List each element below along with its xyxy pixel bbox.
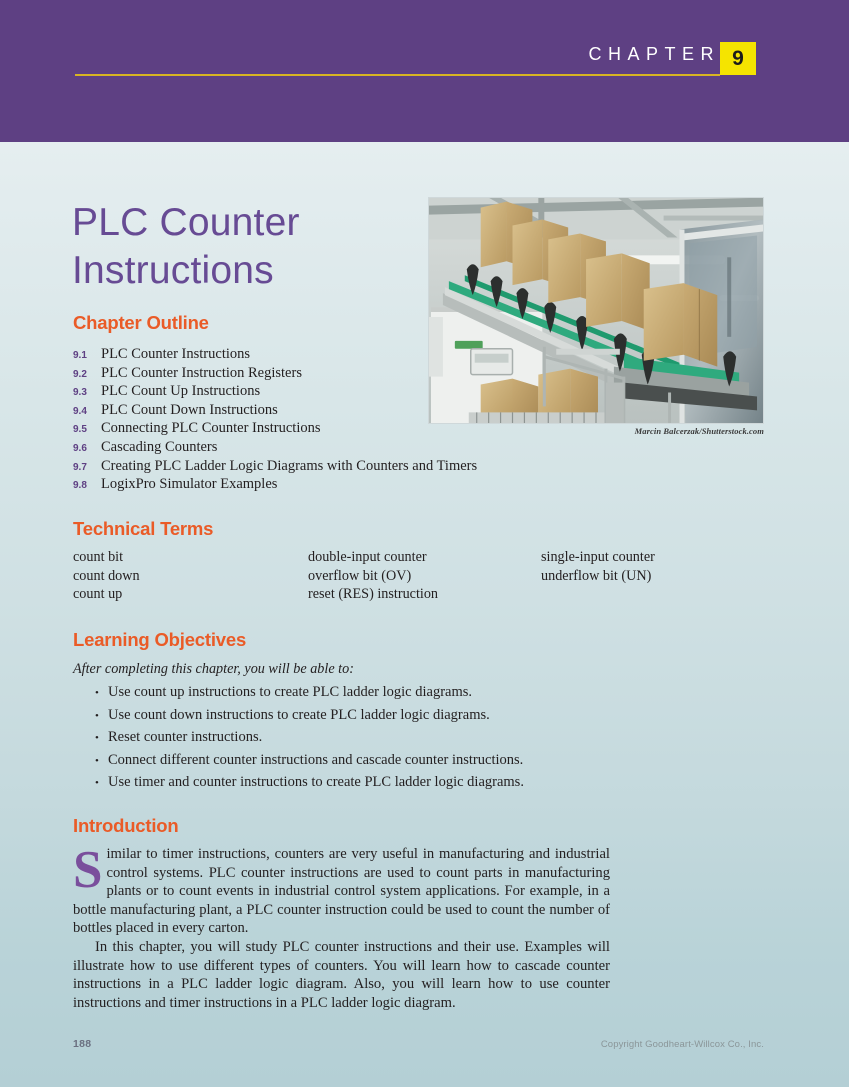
outline-item[interactable]: 9.6 Cascading Counters xyxy=(73,438,773,457)
bullet-icon: • xyxy=(95,754,99,767)
outline-item[interactable]: 9.2 PLC Counter Instruction Registers xyxy=(73,364,773,383)
technical-term: overflow bit (OV) xyxy=(308,567,412,584)
technical-terms-grid: count bit double-input counter single-in… xyxy=(73,548,773,604)
section-heading-technical-terms: Technical Terms xyxy=(73,518,214,539)
technical-term: underflow bit (UN) xyxy=(541,567,652,584)
learning-objectives-list: • Use count up instructions to create PL… xyxy=(95,681,735,794)
list-item: • Reset counter instructions. xyxy=(95,726,735,749)
outline-item[interactable]: 9.4 PLC Count Down Instructions xyxy=(73,401,773,420)
learning-objective-text: Use timer and counter instructions to cr… xyxy=(108,774,524,790)
chapter-outline-list: 9.1 PLC Counter Instructions 9.2 PLC Cou… xyxy=(73,345,773,494)
page-title-line-2: Instructions xyxy=(72,249,274,293)
outline-item-number: 9.1 xyxy=(73,350,87,361)
learning-objectives-lead-in: After completing this chapter, you will … xyxy=(73,661,354,677)
copyright-notice: Copyright Goodheart-Willcox Co., Inc. xyxy=(600,1039,764,1050)
outline-item[interactable]: 9.7 Creating PLC Ladder Logic Diagrams w… xyxy=(73,457,773,476)
section-heading-chapter-outline: Chapter Outline xyxy=(73,312,209,333)
outline-item-label: PLC Counter Instructions xyxy=(101,346,251,362)
outline-item-label: PLC Count Up Instructions xyxy=(101,383,261,400)
textbook-page: CHAPTER 9 PLC Counter Instructions Marci… xyxy=(0,0,849,1087)
page-title-line-1: PLC Counter xyxy=(72,201,300,245)
technical-term: count down xyxy=(73,567,140,584)
outline-item[interactable]: 9.1 PLC Counter Instructions xyxy=(73,345,773,364)
outline-item-number: 9.3 xyxy=(73,387,87,399)
outline-item-label: LogixPro Simulator Examples xyxy=(101,476,278,493)
list-item: • Use timer and counter instructions to … xyxy=(95,771,735,794)
section-heading-introduction: Introduction xyxy=(73,815,179,836)
outline-item-number: 9.5 xyxy=(73,424,87,436)
technical-term xyxy=(541,585,773,604)
introduction-body: Similar to timer instructions, counters … xyxy=(73,841,610,1012)
technical-term: double-input counter xyxy=(308,549,427,565)
introduction-paragraph-1: Similar to timer instructions, counters … xyxy=(73,841,610,937)
technical-term: count bit xyxy=(73,549,124,565)
technical-term: reset (RES) instruction xyxy=(308,586,439,602)
outline-item-number: 9.6 xyxy=(73,442,87,454)
outline-item-label: PLC Count Down Instructions xyxy=(101,401,278,418)
outline-item-label: Connecting PLC Counter Instructions xyxy=(101,420,321,437)
bullet-icon: • xyxy=(95,732,99,744)
outline-item-number: 9.4 xyxy=(73,405,87,417)
list-item: • Connect different counter instructions… xyxy=(95,749,735,772)
outline-item-label: Creating PLC Ladder Logic Diagrams with … xyxy=(101,457,478,474)
outline-item-label: Cascading Counters xyxy=(101,438,218,455)
learning-objective-text: Use count down instructions to create PL… xyxy=(108,706,490,723)
learning-objective-text: Connect different counter instructions a… xyxy=(108,751,524,768)
technical-terms-row: count up reset (RES) instruction xyxy=(73,585,773,604)
page-title: PLC Counter Instructions xyxy=(72,199,422,295)
outline-item-label: PLC Counter Instruction Registers xyxy=(101,364,302,381)
section-heading-learning-objectives: Learning Objectives xyxy=(73,629,247,650)
page-number: 188 xyxy=(73,1038,92,1050)
outline-item-number: 9.8 xyxy=(73,480,87,492)
learning-objective-text: Reset counter instructions. xyxy=(108,729,263,745)
bullet-icon: • xyxy=(95,777,99,789)
technical-terms-row: count down overflow bit (OV) underflow b… xyxy=(73,567,773,586)
learning-objective-text: Use count up instructions to create PLC … xyxy=(108,684,473,700)
outline-item[interactable]: 9.8 LogixPro Simulator Examples xyxy=(73,475,773,494)
technical-term: single-input counter xyxy=(541,549,655,565)
chapter-header-band: CHAPTER 9 xyxy=(0,0,849,142)
technical-term: count up xyxy=(73,586,123,602)
outline-item[interactable]: 9.5 Connecting PLC Counter Instructions xyxy=(73,419,773,438)
outline-item-number: 9.7 xyxy=(73,461,87,473)
technical-terms-row: count bit double-input counter single-in… xyxy=(73,548,773,567)
list-item: • Use count down instructions to create … xyxy=(95,704,735,727)
bullet-icon: • xyxy=(95,687,99,699)
introduction-paragraph-2: In this chapter, you will study PLC coun… xyxy=(73,938,610,1011)
outline-item-number: 9.2 xyxy=(73,368,87,380)
chapter-label: CHAPTER xyxy=(588,44,720,64)
chapter-number-badge: 9 xyxy=(720,42,756,75)
bullet-icon: • xyxy=(95,709,99,722)
list-item: • Use count up instructions to create PL… xyxy=(95,681,735,704)
outline-item[interactable]: 9.3 PLC Count Up Instructions xyxy=(73,382,773,401)
header-gold-rule xyxy=(75,74,720,76)
